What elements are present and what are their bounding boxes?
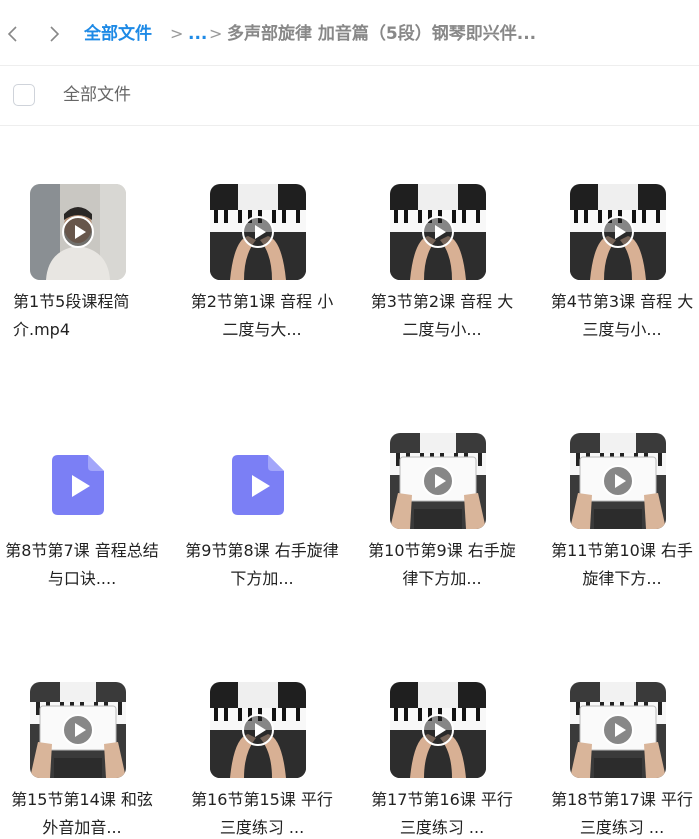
file-item[interactable]: 第15节第14课 和弦外音加音... [0, 624, 175, 839]
file-item[interactable]: 第3节第2课 音程 大二度与小... [360, 126, 535, 366]
play-icon [62, 714, 94, 746]
select-all-bar: 全部文件 [0, 66, 699, 126]
play-icon [422, 216, 454, 248]
file-name: 第10节第9课 右手旋律下方加... [368, 541, 516, 588]
file-name: 第15节第14课 和弦外音加音... [11, 790, 153, 837]
video-thumbnail [30, 184, 126, 280]
file-item[interactable]: 第9节第8课 右手旋律下方加... [180, 375, 355, 615]
breadcrumb-ellipsis[interactable]: ... [188, 22, 207, 46]
video-file-icon [52, 455, 104, 515]
video-thumbnail [210, 184, 306, 280]
file-item[interactable]: 第17节第16课 平行三度练习 ... [360, 624, 535, 839]
breadcrumb-separator: > [170, 24, 184, 43]
select-all-label: 全部文件 [63, 85, 131, 105]
video-file-icon [232, 455, 284, 515]
file-name: 第2节第1课 音程 小二度与大... [190, 292, 334, 339]
file-thumbnail [30, 433, 126, 529]
video-thumbnail [390, 682, 486, 778]
video-file-icon [52, 455, 104, 515]
chevron-right-icon [50, 26, 60, 42]
file-item[interactable]: 第16节第15课 平行三度练习 ... [180, 624, 355, 839]
file-item[interactable]: 第18节第17课 平行三度练习 ... [540, 624, 699, 839]
file-item[interactable]: 第11节第10课 右手旋律下方... [540, 375, 699, 615]
video-thumbnail [210, 682, 306, 778]
play-icon [422, 465, 454, 497]
file-name: 第1节5段课程简介.mp4 [13, 292, 130, 339]
video-thumbnail [30, 682, 126, 778]
chevron-left-icon [7, 26, 17, 42]
file-name: 第16节第15课 平行三度练习 ... [191, 790, 333, 837]
video-thumbnail [570, 433, 666, 529]
play-icon [602, 465, 634, 497]
file-thumbnail [210, 433, 306, 529]
play-icon [242, 216, 274, 248]
file-item[interactable]: 第10节第9课 右手旋律下方加... [360, 375, 535, 615]
file-name: 第11节第10课 右手旋律下方... [551, 541, 693, 588]
file-item[interactable]: 第8节第7课 音程总结与口诀.... [0, 375, 175, 615]
video-file-icon [232, 455, 284, 515]
back-button[interactable] [0, 20, 28, 48]
file-item[interactable]: 第4节第3课 音程 大三度与小... [540, 126, 699, 366]
video-thumbnail [390, 433, 486, 529]
video-thumbnail [570, 184, 666, 280]
top-navigation-bar: 全部文件 > ... > 多声部旋律 加音篇（5段）钢琴即兴伴... [0, 0, 699, 66]
file-name: 第17节第16课 平行三度练习 ... [371, 790, 513, 837]
file-name: 第18节第17课 平行三度练习 ... [551, 790, 693, 837]
breadcrumb-root[interactable]: 全部文件 [84, 22, 152, 46]
play-icon [602, 714, 634, 746]
select-all-checkbox[interactable] [13, 84, 35, 106]
file-name: 第9节第8课 右手旋律下方加... [185, 541, 339, 588]
video-thumbnail [390, 184, 486, 280]
file-item[interactable]: 第1节5段课程简介.mp4 [0, 126, 175, 366]
file-name: 第3节第2课 音程 大二度与小... [370, 292, 514, 339]
video-thumbnail [570, 682, 666, 778]
breadcrumb-separator: > [209, 24, 223, 43]
play-icon [242, 714, 274, 746]
play-icon [62, 216, 94, 248]
play-icon [602, 216, 634, 248]
play-icon [422, 714, 454, 746]
forward-button[interactable] [40, 20, 68, 48]
file-item[interactable]: 第2节第1课 音程 小二度与大... [180, 126, 355, 366]
file-name: 第8节第7课 音程总结与口诀.... [5, 541, 159, 588]
file-name: 第4节第3课 音程 大三度与小... [550, 292, 694, 339]
breadcrumb-current-folder: 多声部旋律 加音篇（5段）钢琴即兴伴... [227, 24, 537, 44]
